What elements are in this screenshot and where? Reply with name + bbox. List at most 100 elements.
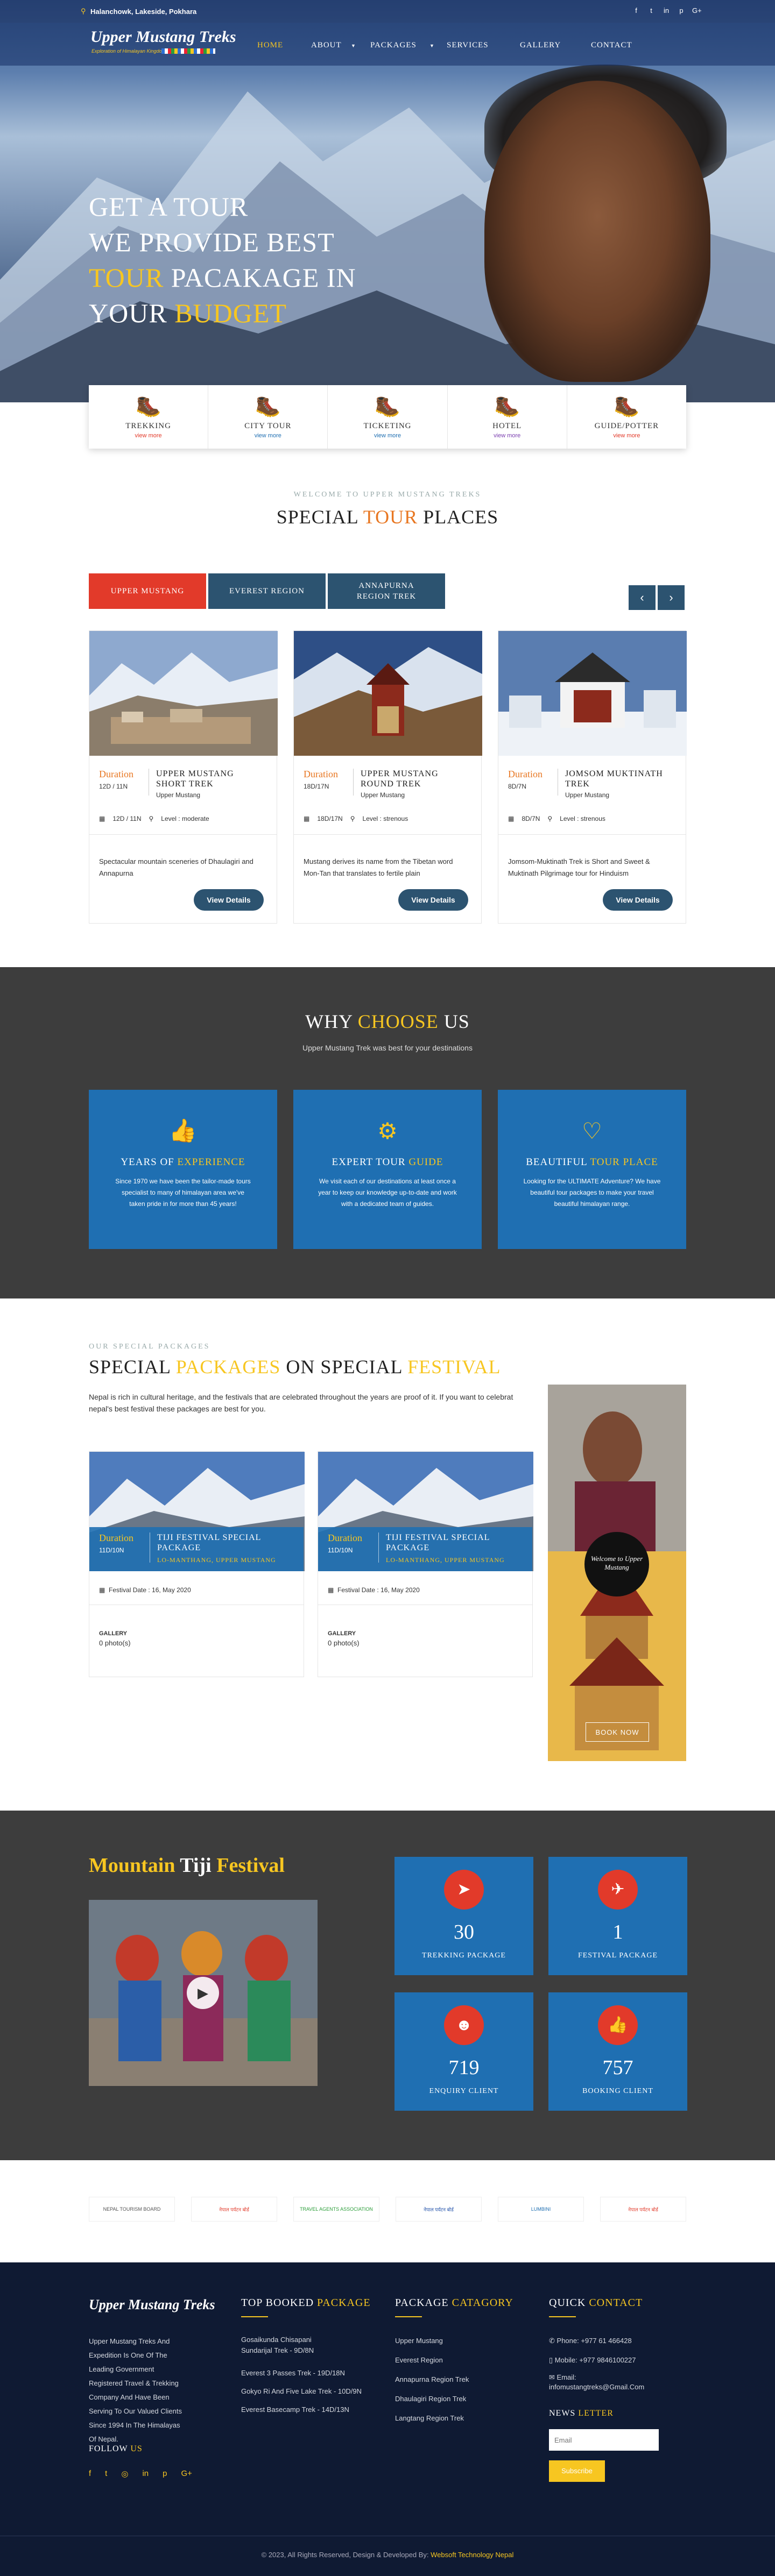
partner-logo[interactable]: TRAVEL AGENTS ASSOCIATION	[293, 2197, 379, 2222]
pinterest-icon[interactable]: p	[163, 2469, 167, 2479]
hero-line-1: GET A TOUR	[89, 191, 249, 222]
facebook-icon[interactable]: f	[632, 6, 640, 15]
email-link[interactable]: infomustangtreks@Gmail.Com	[549, 2383, 644, 2391]
copyright: © 2023, All Rights Reserved, Design & De…	[261, 2551, 514, 2559]
card-title[interactable]: UPPER MUSTANG SHORT TREK	[156, 769, 264, 789]
logo-tagline: Exploration of Himalayan Kingdom	[91, 48, 166, 54]
category-link[interactable]: Upper Mustang	[395, 2337, 443, 2345]
package-title[interactable]: TIJI FESTIVAL SPECIAL PACKAGE	[386, 1532, 526, 1553]
follow-heading: FOLLOW US	[89, 2444, 143, 2453]
quick-contact-heading: QUICK CONTACT	[549, 2297, 643, 2309]
google-plus-icon[interactable]: G+	[692, 6, 702, 15]
tour-image	[498, 631, 687, 756]
stat-trekking: ➤ 30 TREKKING PACKAGE	[394, 1857, 533, 1975]
category-link[interactable]: Langtang Region Trek	[395, 2414, 464, 2422]
linkedin-icon[interactable]: in	[142, 2469, 149, 2479]
top-package-link[interactable]: Everest Basecamp Trek - 14D/13N	[241, 2405, 349, 2414]
linkedin-icon[interactable]: in	[662, 6, 671, 15]
view-more-link[interactable]: view more	[328, 432, 447, 439]
why-box: ⚙ EXPERT TOUR GUIDE We visit each of our d…	[293, 1090, 482, 1249]
hero-line-2: WE PROVIDE BEST	[89, 227, 335, 257]
partner-logo[interactable]: नेपाल पर्यटन बोर्ड	[600, 2197, 686, 2222]
newsletter-heading: NEWS LETTER	[549, 2409, 614, 2418]
plane-icon: ✈	[598, 1870, 638, 1910]
tab-upper-mustang[interactable]: UPPER MUSTANG	[89, 573, 206, 609]
category-link[interactable]: Dhaulagiri Region Trek	[395, 2395, 466, 2403]
level-icon: ⚲	[350, 815, 355, 822]
developer-link[interactable]: Websoft Technology Nepal	[431, 2551, 513, 2559]
heart-icon: ♡	[582, 1118, 602, 1144]
view-more-link[interactable]: view more	[208, 432, 327, 439]
category-link[interactable]: Annapurna Region Trek	[395, 2375, 469, 2383]
google-plus-icon[interactable]: G+	[181, 2469, 192, 2479]
tour-card: Duration 8D/7N JOMSOM MUKTINATH TREK Upp…	[498, 630, 687, 924]
view-details-button[interactable]: View Details	[194, 889, 264, 911]
partner-logo[interactable]: नेपाल पर्यटन बोर्ड	[191, 2197, 277, 2222]
service-trekking[interactable]: 🥾 TREKKING view more	[89, 385, 209, 449]
twitter-icon[interactable]: t	[105, 2469, 107, 2479]
category-link[interactable]: Everest Region	[395, 2356, 443, 2364]
service-guide[interactable]: 🥾 GUIDE/POTTER view more	[567, 385, 686, 449]
top-bar: ⚲ Halanchowk, Lakeside, Pokhara f t in p…	[0, 0, 775, 23]
tiji-video[interactable]: ▶	[89, 1900, 318, 2086]
nav-contact[interactable]: CONTACT	[591, 41, 632, 50]
book-now-button[interactable]: BOOK NOW	[586, 1722, 649, 1742]
logo[interactable]: Upper Mustang Treks	[90, 28, 236, 46]
card-title[interactable]: UPPER MUSTANG ROUND TREK	[361, 769, 468, 789]
view-more-link[interactable]: view more	[567, 432, 686, 439]
card-title[interactable]: JOMSOM MUKTINATH TREK	[565, 769, 673, 789]
top-package-link[interactable]: Gokyo Ri And Five Lake Trek - 10D/9N	[241, 2387, 362, 2395]
nav-packages[interactable]: PACKAGES	[370, 41, 417, 50]
view-details-button[interactable]: View Details	[398, 889, 468, 911]
view-more-link[interactable]: view more	[89, 432, 208, 439]
region-tabs: UPPER MUSTANG EVEREST REGION ANNAPURNA R…	[89, 573, 447, 609]
guide-icon: ⚙	[377, 1118, 398, 1144]
hiker-icon: 🥾	[494, 395, 520, 418]
address: Halanchowk, Lakeside, Pokhara	[90, 8, 197, 16]
stat-enquiry: ☻ 719 ENQUIRY CLIENT	[394, 1992, 533, 2111]
partner-logo[interactable]: NEPAL TOURISM BOARD	[89, 2197, 175, 2222]
hiker-icon: 🥾	[255, 395, 281, 418]
footer-logo[interactable]: Upper Mustang Treks	[89, 2297, 215, 2313]
heading-underline	[395, 2316, 422, 2317]
nav-gallery[interactable]: GALLERY	[520, 41, 561, 50]
hiker-icon: 🥾	[375, 395, 400, 418]
phone-text: ✆ Phone: +977 61 466428	[549, 2337, 632, 2345]
next-arrow-icon[interactable]: ›	[658, 585, 685, 610]
top-package-link[interactable]: Gosaikunda Chisapani Sundarijal Trek - 9…	[241, 2334, 343, 2356]
pinterest-icon[interactable]: p	[677, 6, 686, 15]
festival-card: Duration 11D/10N TIJI FESTIVAL SPECIAL P…	[318, 1451, 533, 1677]
newsletter-email-input[interactable]	[549, 2429, 659, 2451]
service-hotel[interactable]: 🥾 HOTEL view more	[448, 385, 567, 449]
subscribe-button[interactable]: Subscribe	[549, 2460, 605, 2482]
view-more-link[interactable]: view more	[448, 432, 567, 439]
play-icon[interactable]: ▶	[187, 1977, 219, 2009]
why-box: ♡ BEAUTIFUL TOUR PLACE Looking for the ULT…	[498, 1090, 686, 1249]
instagram-icon[interactable]: ◎	[121, 2469, 128, 2479]
heading-underline	[241, 2316, 268, 2317]
nav-about[interactable]: ABOUT	[311, 41, 342, 50]
tab-annapurna[interactable]: ANNAPURNA REGION TREK	[328, 573, 445, 609]
partner-logo[interactable]: नेपाल पर्यटन बोर्ड	[396, 2197, 482, 2222]
footer-social: f t ◎ in p G+	[89, 2469, 192, 2479]
twitter-icon[interactable]: t	[647, 6, 656, 15]
welcome-badge: Welcome to Upper Mustang	[584, 1532, 649, 1596]
prev-arrow-icon[interactable]: ‹	[629, 585, 656, 610]
special-desc: Nepal is rich in cultural heritage, and …	[89, 1393, 513, 1413]
location-icon: ⚲	[81, 7, 86, 15]
nav-services[interactable]: SERVICES	[447, 41, 489, 50]
service-city-tour[interactable]: 🥾 CITY TOUR view more	[208, 385, 328, 449]
portrait	[484, 81, 710, 382]
facebook-icon[interactable]: f	[89, 2469, 91, 2479]
service-ticketing[interactable]: 🥾 TICKETING view more	[328, 385, 448, 449]
partner-logo[interactable]: LUMBINI	[498, 2197, 584, 2222]
package-title[interactable]: TIJI FESTIVAL SPECIAL PACKAGE	[157, 1532, 297, 1553]
email-icon: ✉	[549, 2373, 555, 2381]
level-icon: ⚲	[149, 815, 154, 822]
nav-home[interactable]: HOME	[257, 41, 283, 50]
tab-everest-region[interactable]: EVEREST REGION	[208, 573, 326, 609]
chevron-down-icon: ▼	[351, 43, 356, 48]
top-package-link[interactable]: Everest 3 Passes Trek - 19D/18N	[241, 2369, 345, 2377]
tour-image	[89, 631, 278, 756]
view-details-button[interactable]: View Details	[603, 889, 673, 911]
